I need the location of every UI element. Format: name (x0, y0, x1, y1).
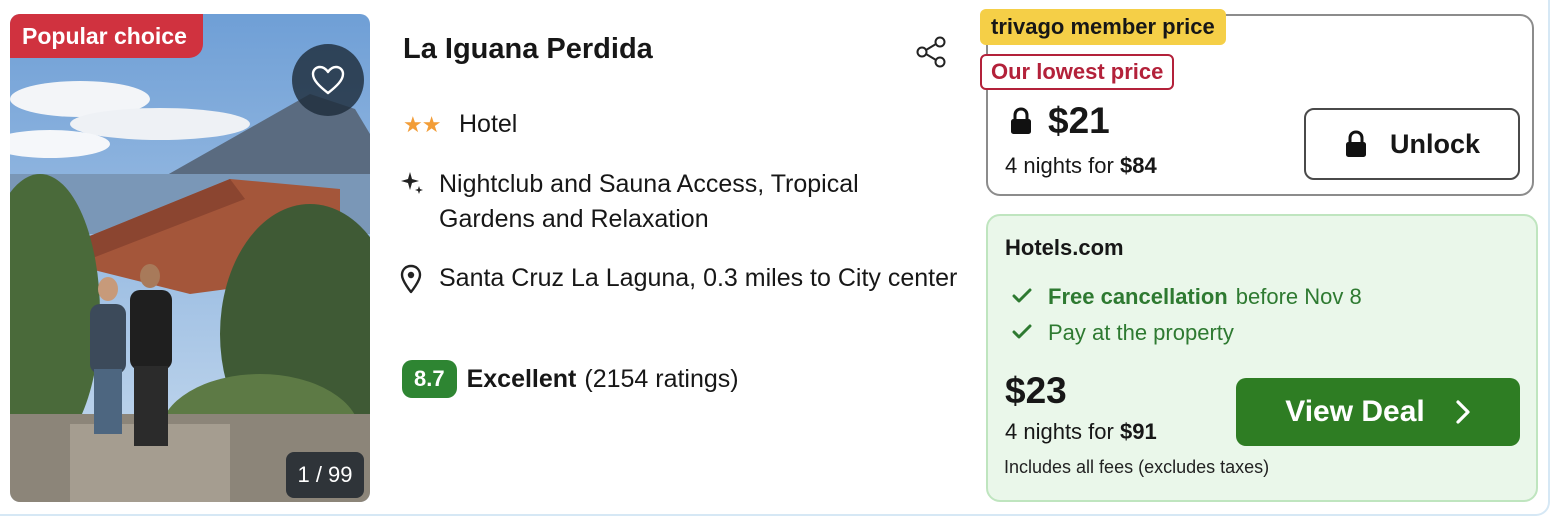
unlock-button[interactable]: Unlock (1304, 108, 1520, 180)
share-icon (916, 36, 946, 68)
deal-total-price: $91 (1119, 419, 1157, 444)
free-cancellation-date: before Nov 8 (1235, 284, 1362, 309)
pay-at-property-perk: Pay at the property (1012, 320, 1234, 346)
rating-row[interactable]: 8.7 Excellent (2154 ratings) (402, 360, 739, 398)
member-price-tag: trivago member price (980, 9, 1226, 45)
deal-nights-total: 4 nights for $91 (1005, 419, 1157, 445)
chevron-right-icon (1456, 400, 1470, 424)
check-icon (1012, 320, 1048, 346)
free-cancellation-perk: Free cancellation before Nov 8 (1012, 284, 1362, 310)
map-pin-icon (399, 261, 439, 299)
rating-count: (2154 ratings) (584, 364, 739, 393)
deal-nights-text: 4 nights for (1005, 419, 1114, 444)
share-button[interactable] (914, 35, 948, 69)
member-nights-total: 4 nights for $84 (1005, 153, 1157, 179)
deal-provider: Hotels.com (1005, 235, 1124, 260)
highlight-row: Nightclub and Sauna Access, Tropical Gar… (399, 167, 959, 237)
hotel-result-card: Popular choice 1 / 99 La Iguana Perdida … (0, 0, 1550, 516)
unlock-label: Unlock (1389, 128, 1481, 159)
photo-counter: 1 / 99 (286, 452, 364, 498)
lock-icon (1011, 107, 1031, 134)
member-price: $21 (1008, 100, 1110, 142)
free-cancellation-label: Free cancellation (1048, 284, 1228, 309)
hotel-photo[interactable]: Popular choice 1 / 99 (10, 14, 370, 502)
deal-price: $23 (1005, 370, 1067, 411)
rating-label: Excellent (466, 364, 577, 393)
member-price-amount: $21 (1048, 100, 1110, 141)
hotel-highlight: Nightclub and Sauna Access, Tropical Gar… (439, 170, 859, 233)
sparkle-icon (399, 167, 439, 201)
hotel-type-row: ★★ Hotel (403, 110, 517, 139)
hotel-type: Hotel (459, 110, 518, 138)
member-total-price: $84 (1119, 153, 1157, 178)
location-row: Santa Cruz La Laguna, 0.3 miles to City … (399, 261, 959, 299)
hotel-name[interactable]: La Iguana Perdida (403, 33, 653, 66)
favorite-button[interactable] (292, 44, 364, 116)
check-icon (1012, 284, 1048, 310)
deal-fees-note: Includes all fees (excludes taxes) (1004, 457, 1270, 477)
pay-at-property-label: Pay at the property (1048, 320, 1234, 345)
view-deal-label: View Deal (1285, 395, 1425, 428)
rating-score-badge: 8.7 (402, 360, 457, 398)
star-rating: ★★ (403, 111, 441, 137)
member-nights-text: 4 nights for (1005, 153, 1114, 178)
popular-choice-badge: Popular choice (10, 14, 203, 58)
lowest-price-tag: Our lowest price (980, 54, 1175, 90)
lock-icon (1345, 130, 1366, 157)
heart-icon (311, 65, 345, 95)
hotel-location[interactable]: Santa Cruz La Laguna, 0.3 miles to City … (439, 261, 957, 296)
view-deal-button[interactable]: View Deal (1236, 378, 1520, 446)
